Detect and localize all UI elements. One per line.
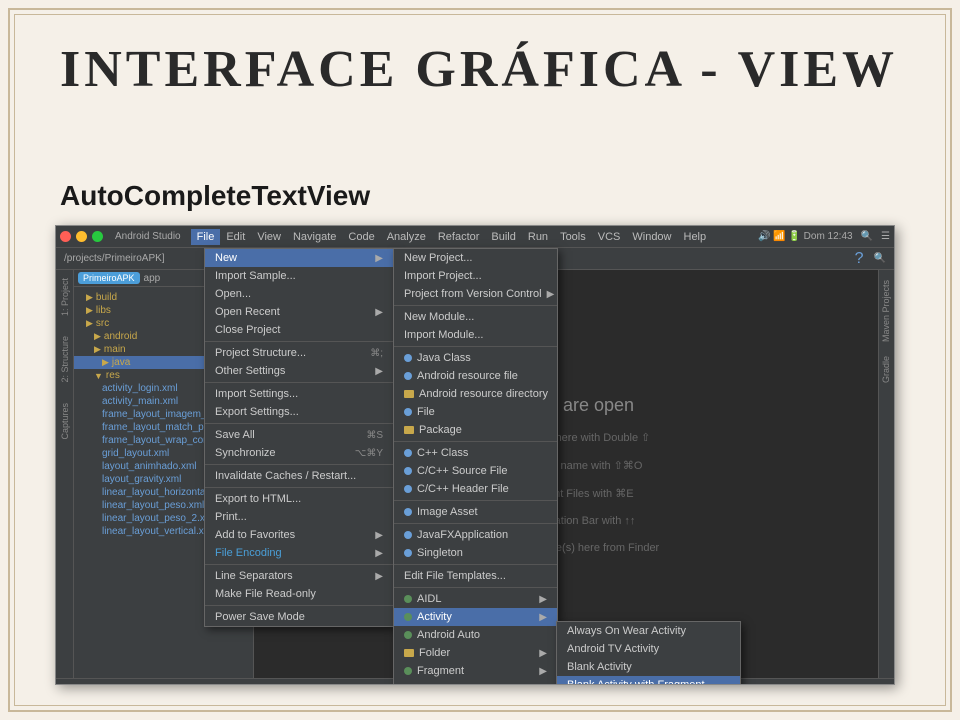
menu-item-code[interactable]: Code <box>342 229 380 245</box>
tree-item-frame-match[interactable]: frame_layout_match_parent <box>74 421 253 434</box>
menu-item-run[interactable]: Run <box>522 229 554 245</box>
menu-bar: Android Studio File Edit View Navigate C… <box>56 226 894 248</box>
menu-items: File Edit View Navigate Code Analyze Ref… <box>191 229 713 245</box>
no-files-text: No files are open <box>498 395 634 416</box>
tree-item-linear-peso[interactable]: linear_layout_peso.xml <box>74 499 253 512</box>
menu-item-tools[interactable]: Tools <box>554 229 592 245</box>
app-logo: Android Studio <box>115 231 181 242</box>
menu-item-window[interactable]: Window <box>626 229 677 245</box>
traffic-light-green[interactable] <box>92 231 103 242</box>
vtab-structure[interactable]: 2: Structure <box>60 336 70 383</box>
right-tabs: Maven Projects Gradle <box>878 270 894 678</box>
status-tab-todo[interactable]: TODO <box>62 684 107 685</box>
tree-item-java[interactable]: ▶ java <box>74 356 253 369</box>
menu-icon[interactable]: ☰ <box>881 231 890 242</box>
menu-item-analyze[interactable]: Analyze <box>381 229 432 245</box>
path-text: /projects/PrimeiroAPK] <box>64 253 165 264</box>
screenshot-container: Android Studio File Edit View Navigate C… <box>55 225 895 685</box>
menu-bar-left: Android Studio File Edit View Navigate C… <box>60 229 712 245</box>
left-vtabs: 1: Project 2: Structure Captures <box>56 270 74 678</box>
hint-search: Search Everywhere with Double ⇧ <box>482 431 651 444</box>
tree-item-activity-main[interactable]: activity_main.xml <box>74 395 253 408</box>
tree-item-linear-h[interactable]: linear_layout_horizontal.xml <box>74 486 253 499</box>
page-title: Interface Gráfica - View <box>60 40 900 99</box>
hint-drag: Drag and Drop file(s) here from Finder <box>473 542 659 554</box>
tree-item-build[interactable]: ▶ build <box>74 291 253 304</box>
status-tab-terminal[interactable]: Terminal <box>184 684 238 685</box>
menu-item-view[interactable]: View <box>251 229 287 245</box>
traffic-lights <box>60 231 103 242</box>
vtab-captures[interactable]: Captures <box>60 403 70 440</box>
tree-item-gravity[interactable]: layout_gravity.xml <box>74 473 253 486</box>
hint-nav: Open Navigation Bar with ↑↑ <box>497 515 636 527</box>
tree-item-src[interactable]: ▶ src <box>74 317 253 330</box>
android-studio-window: Android Studio File Edit View Navigate C… <box>56 226 894 684</box>
question-icon[interactable]: ? <box>855 250 864 268</box>
right-tab-gradle[interactable]: Gradle <box>879 350 894 389</box>
hint-recent: Open Recent Files with ⌘E <box>498 487 633 500</box>
project-name-badge: PrimeiroAPK <box>78 272 140 284</box>
path-search-icon[interactable]: 🔍 <box>874 253 886 264</box>
menu-item-navigate[interactable]: Navigate <box>287 229 342 245</box>
tree-item-activity-login[interactable]: activity_login.xml <box>74 382 253 395</box>
tree-item-res[interactable]: ▼ res <box>74 369 253 382</box>
tree-item-libs[interactable]: ▶ libs <box>74 304 253 317</box>
status-tab-android[interactable]: 6: Android <box>115 684 176 685</box>
project-selector: PrimeiroAPK app <box>74 270 253 287</box>
menu-bar-right: 🔊 📶 🔋 Dom 12:43 🔍 ☰ <box>758 231 890 242</box>
app-label: app <box>144 273 161 284</box>
tree-item-grid[interactable]: grid_layout.xml <box>74 447 253 460</box>
tree-item-anim[interactable]: layout_animhado.xml <box>74 460 253 473</box>
path-bar: /projects/PrimeiroAPK] ? 🔍 <box>56 248 894 270</box>
status-bar: TODO 6: Android Terminal Event Log Gradl… <box>56 678 894 685</box>
file-tree[interactable]: ▶ build ▶ libs ▶ src ▶ android ▶ main ▶ … <box>74 287 253 678</box>
tree-item-linear-peso2[interactable]: linear_layout_peso_2.xml <box>74 512 253 525</box>
tree-item-main[interactable]: ▶ main <box>74 343 253 356</box>
status-tab-event-log[interactable]: Event Log <box>733 684 794 685</box>
page-subtitle: AutoCompleteTextView <box>60 180 370 212</box>
tree-item-frame-image[interactable]: frame_layout_imagem_matc <box>74 408 253 421</box>
menu-item-vcs[interactable]: VCS <box>592 229 627 245</box>
menu-item-help[interactable]: Help <box>678 229 713 245</box>
tree-item-linear-v[interactable]: linear_layout_vertical.xml <box>74 525 253 538</box>
menu-item-refactor[interactable]: Refactor <box>432 229 486 245</box>
right-tab-maven[interactable]: Maven Projects <box>879 274 894 348</box>
search-icon[interactable]: 🔍 <box>861 231 873 242</box>
menu-item-edit[interactable]: Edit <box>220 229 251 245</box>
menu-item-file[interactable]: File <box>191 229 221 245</box>
tree-item-frame-wrap[interactable]: frame_layout_wrap_content. <box>74 434 253 447</box>
hint-open-file: Open a file by name with ⇧⌘O <box>490 459 643 472</box>
editor-area: No files are open Search Everywhere with… <box>254 270 878 678</box>
left-sidebar: PrimeiroAPK app ▶ build ▶ libs ▶ src ▶ a… <box>74 270 254 678</box>
tree-item-android[interactable]: ▶ android <box>74 330 253 343</box>
vtab-project[interactable]: 1: Project <box>60 278 70 316</box>
status-tab-gradle-console[interactable]: Gradle Console <box>803 684 888 685</box>
menu-item-build[interactable]: Build <box>485 229 521 245</box>
system-time: 🔊 📶 🔋 Dom 12:43 <box>758 231 853 242</box>
traffic-light-yellow[interactable] <box>76 231 87 242</box>
traffic-light-red[interactable] <box>60 231 71 242</box>
h-layout: 1: Project 2: Structure Captures Primeir… <box>56 270 894 678</box>
